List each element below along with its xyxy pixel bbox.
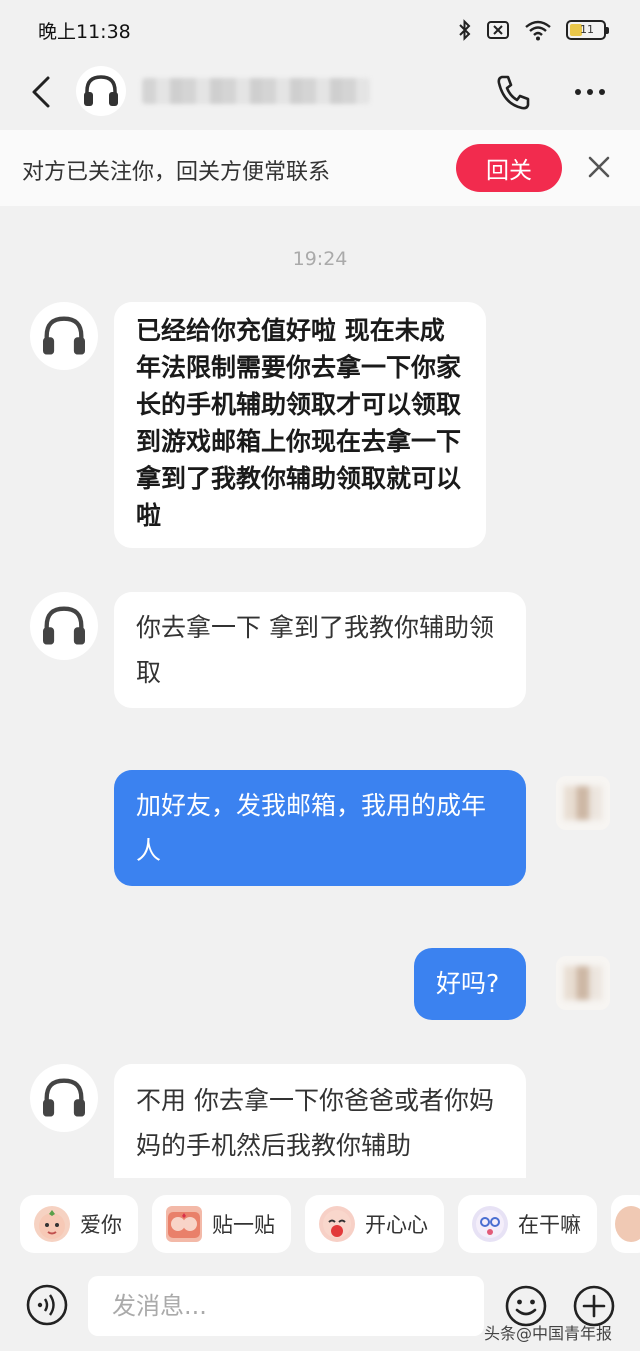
quick-reply-label: 在干嘛	[518, 1213, 581, 1237]
status-time: 晚上11:38	[38, 20, 131, 43]
voice-input-icon[interactable]	[26, 1284, 68, 1326]
headphones-icon	[84, 75, 118, 106]
quick-reply-chip-partial[interactable]	[611, 1195, 640, 1253]
quick-reply-chip[interactable]: 爱你	[20, 1195, 138, 1253]
message-timestamp: 19:24	[292, 248, 348, 270]
user-avatar-blurred[interactable]	[556, 956, 610, 1010]
headphones-icon	[43, 606, 85, 645]
follow-suggestion-bar: 对方已关注你，回关方便常联系 回关	[0, 130, 640, 206]
message-bubble-outgoing[interactable]: 好吗?	[414, 948, 526, 1020]
quick-reply-chip[interactable]: 贴一贴	[152, 1195, 291, 1253]
contact-avatar[interactable]	[30, 1064, 98, 1132]
quick-reply-chip[interactable]: 在干嘛	[458, 1195, 597, 1253]
sim-off-icon	[487, 21, 509, 39]
battery-level: 11	[580, 23, 594, 36]
curious-sticker-icon	[472, 1206, 508, 1242]
happy-sticker-icon	[319, 1206, 355, 1242]
chat-header	[0, 60, 640, 124]
status-icons: 11	[458, 19, 609, 41]
follow-back-button[interactable]: 回关	[456, 144, 562, 192]
quick-reply-label: 贴一贴	[212, 1213, 275, 1237]
contact-avatar[interactable]	[30, 592, 98, 660]
quick-reply-chip[interactable]: 开心心	[305, 1195, 444, 1253]
bluetooth-icon	[459, 19, 471, 41]
sticker-icon	[615, 1206, 640, 1242]
headphones-icon	[43, 316, 85, 355]
message-input[interactable]	[88, 1276, 484, 1336]
love-sticker-icon	[34, 1206, 70, 1242]
hug-sticker-icon	[166, 1206, 202, 1242]
status-bar: 晚上11:38 11	[0, 0, 640, 60]
contact-avatar[interactable]	[30, 302, 98, 370]
headphones-icon	[43, 1078, 85, 1117]
wifi-icon	[525, 20, 551, 41]
battery-icon: 11	[566, 20, 609, 40]
message-bubble-outgoing[interactable]: 加好友，发我邮箱，我用的成年人	[114, 770, 526, 886]
quick-reply-label: 爱你	[80, 1213, 122, 1237]
contact-avatar[interactable]	[76, 66, 126, 116]
back-icon[interactable]	[28, 74, 56, 110]
message-bubble-incoming[interactable]: 你去拿一下 拿到了我教你辅助领取	[114, 592, 526, 708]
contact-name-blurred	[142, 78, 370, 104]
phone-call-icon[interactable]	[494, 72, 530, 112]
quick-reply-bar: 爱你 贴一贴 开心心 在干嘛	[0, 1178, 640, 1270]
source-watermark: 头条@中国青年报	[484, 1324, 613, 1343]
close-icon[interactable]	[584, 152, 614, 182]
quick-reply-label: 开心心	[365, 1213, 428, 1237]
message-bubble-incoming[interactable]: 不用 你去拿一下你爸爸或者你妈妈的手机然后我教你辅助	[114, 1064, 526, 1178]
follow-suggestion-text: 对方已关注你，回关方便常联系	[22, 160, 331, 185]
message-bubble-incoming[interactable]: 已经给你充值好啦 现在未成年法限制需要你去拿一下你家长的手机辅助领取才可以领取到…	[114, 302, 486, 548]
more-options-icon[interactable]	[570, 74, 610, 110]
user-avatar-blurred[interactable]	[556, 776, 610, 830]
